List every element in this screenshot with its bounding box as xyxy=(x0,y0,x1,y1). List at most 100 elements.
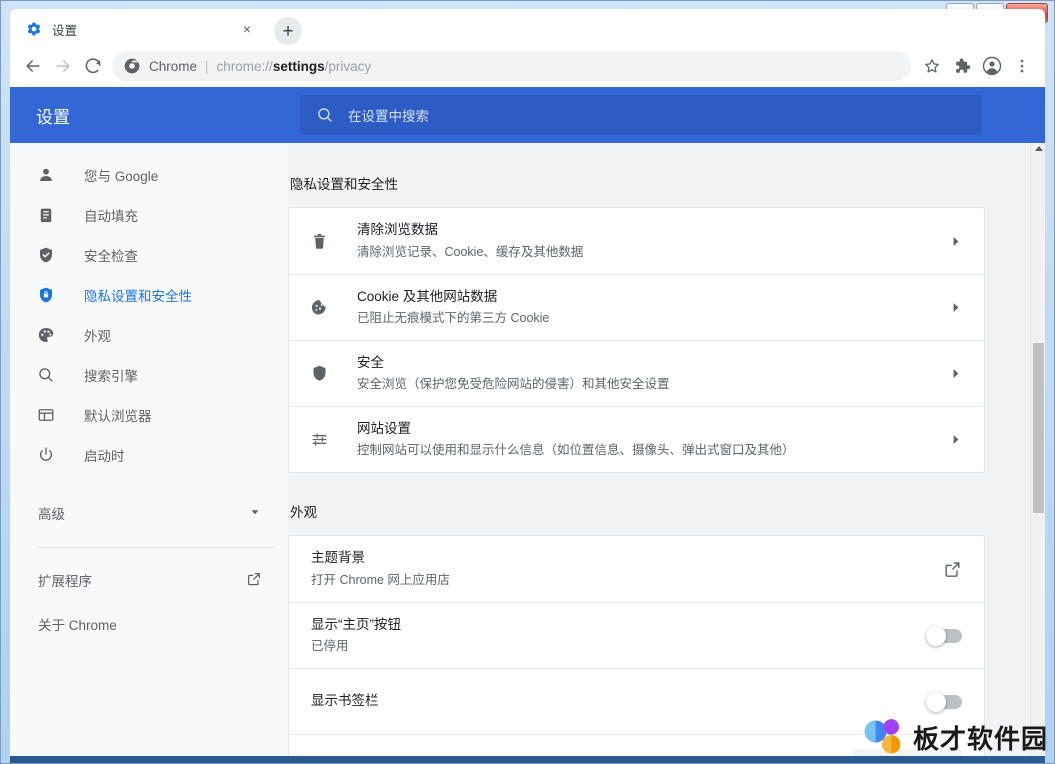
menu-icon xyxy=(1013,57,1031,75)
shield-icon xyxy=(309,364,329,383)
extensions-puzzle-icon xyxy=(953,57,971,75)
sidebar-item-default-browser[interactable]: 默认浏览器 xyxy=(10,395,288,435)
back-button[interactable] xyxy=(18,51,48,81)
row-title: 网站设置 xyxy=(357,419,937,439)
chevron-right-icon[interactable] xyxy=(949,301,962,314)
sidebar-item-on-startup[interactable]: 启动时 xyxy=(10,435,288,475)
cookie-icon xyxy=(309,298,329,317)
profile-button[interactable] xyxy=(977,51,1007,81)
row-text: Cookie 及其他网站数据 已阻止无痕模式下的第三方 Cookie xyxy=(357,287,937,328)
browser-window: 设置 × + xyxy=(10,9,1045,757)
url-suffix: /privacy xyxy=(325,59,372,74)
row-cookies[interactable]: Cookie 及其他网站数据 已阻止无痕模式下的第三方 Cookie xyxy=(289,274,984,340)
row-title: 主题背景 xyxy=(311,548,931,568)
toggle-knob xyxy=(926,692,946,712)
sidebar-item-about-chrome[interactable]: 关于 Chrome xyxy=(10,602,288,646)
bookmark-star-button[interactable] xyxy=(917,51,947,81)
settings-sidebar: 您与 Google 自动填充 安全检查 xyxy=(10,143,288,757)
settings-main: 隐私设置和安全性 清除浏览数据 清除浏览记录、Cookie、缓存及其他数据 xyxy=(288,143,1045,757)
sidebar-item-label: 搜索引擎 xyxy=(84,365,138,385)
chevron-right-icon[interactable] xyxy=(949,367,962,380)
row-title: 显示书签栏 xyxy=(311,691,916,711)
sidebar-advanced-toggle[interactable]: 高级 xyxy=(10,489,288,537)
settings-content: 隐私设置和安全性 清除浏览数据 清除浏览记录、Cookie、缓存及其他数据 xyxy=(288,143,1045,757)
sidebar-item-label: 扩展程序 xyxy=(38,570,246,590)
omnibox-separator: | xyxy=(205,59,209,74)
sidebar-item-label: 启动时 xyxy=(84,445,125,465)
sidebar-item-label: 您与 Google xyxy=(84,165,158,185)
row-title: Cookie 及其他网站数据 xyxy=(357,287,937,307)
toggle-show-bookmarks-bar[interactable] xyxy=(928,695,962,709)
row-security[interactable]: 安全 安全浏览（保护您免受危险网站的侵害）和其他安全设置 xyxy=(289,340,984,406)
row-text: 网站设置 控制网站可以使用和显示什么信息（如位置信息、摄像头、弹出式窗口及其他） xyxy=(357,419,937,460)
search-icon xyxy=(316,106,334,124)
forward-button[interactable] xyxy=(48,51,78,81)
row-subtitle: 安全浏览（保护您免受危险网站的侵害）和其他安全设置 xyxy=(357,374,937,394)
settings-header: 设置 在设置中搜索 xyxy=(10,87,1045,143)
external-link-icon[interactable] xyxy=(943,560,962,579)
address-bar[interactable]: Chrome | chrome://settings/privacy xyxy=(112,51,911,81)
sidebar-item-you-and-google[interactable]: 您与 Google xyxy=(10,155,288,195)
extensions-button[interactable] xyxy=(947,51,977,81)
row-text: 清除浏览数据 清除浏览记录、Cookie、缓存及其他数据 xyxy=(357,220,937,261)
tab-settings[interactable]: 设置 × xyxy=(16,13,266,45)
chrome-logo-icon xyxy=(124,58,140,74)
new-tab-button[interactable]: + xyxy=(274,17,302,45)
sliders-icon xyxy=(309,430,329,449)
forward-arrow-icon xyxy=(53,56,73,76)
tab-close-icon[interactable]: × xyxy=(238,20,256,38)
profile-icon xyxy=(982,56,1002,76)
row-title: 安全 xyxy=(357,353,937,373)
section-heading-privacy: 隐私设置和安全性 xyxy=(290,173,985,193)
row-clear-browsing-data[interactable]: 清除浏览数据 清除浏览记录、Cookie、缓存及其他数据 xyxy=(289,208,984,274)
sidebar-item-privacy-and-security[interactable]: 隐私设置和安全性 xyxy=(10,275,288,315)
sidebar-item-label: 关于 Chrome xyxy=(38,614,262,634)
row-theme[interactable]: 主题背景 打开 Chrome 网上应用店 xyxy=(289,536,984,602)
chevron-right-icon[interactable] xyxy=(949,235,962,248)
trash-icon xyxy=(309,232,329,251)
sidebar-item-safety-check[interactable]: 安全检查 xyxy=(10,235,288,275)
omnibox-url: chrome://settings/privacy xyxy=(217,59,372,74)
sidebar-item-label: 自动填充 xyxy=(84,205,138,225)
row-show-home-button[interactable]: 显示“主页”按钮 已停用 xyxy=(289,602,984,668)
row-title: 清除浏览数据 xyxy=(357,220,937,240)
bookmark-star-icon xyxy=(923,57,941,75)
row-title: 显示“主页”按钮 xyxy=(311,615,916,635)
chevron-right-icon[interactable] xyxy=(949,433,962,446)
gear-icon xyxy=(26,21,42,37)
reload-icon xyxy=(83,56,103,76)
row-text: 主题背景 打开 Chrome 网上应用店 xyxy=(311,548,931,589)
tab-strip: 设置 × + xyxy=(10,9,1045,45)
sidebar-item-extensions[interactable]: 扩展程序 xyxy=(10,558,288,602)
row-text: 显示书签栏 xyxy=(311,691,916,711)
scrollbar-thumb[interactable] xyxy=(1033,343,1044,513)
row-subtitle: 清除浏览记录、Cookie、缓存及其他数据 xyxy=(357,242,937,262)
row-site-settings[interactable]: 网站设置 控制网站可以使用和显示什么信息（如位置信息、摄像头、弹出式窗口及其他） xyxy=(289,406,984,472)
sidebar-item-appearance[interactable]: 外观 xyxy=(10,315,288,355)
reload-button[interactable] xyxy=(78,51,108,81)
sidebar-item-autofill[interactable]: 自动填充 xyxy=(10,195,288,235)
scroll-up-arrow-icon[interactable] xyxy=(1035,146,1043,151)
settings-body: 您与 Google 自动填充 安全检查 xyxy=(10,143,1045,757)
browser-menu-button[interactable] xyxy=(1007,51,1037,81)
row-subtitle: 已阻止无痕模式下的第三方 Cookie xyxy=(357,308,937,328)
page-title: 设置 xyxy=(36,103,286,128)
power-icon xyxy=(36,445,56,465)
shield-lock-icon xyxy=(36,285,56,305)
url-prefix: chrome:// xyxy=(217,59,273,74)
settings-search-box[interactable]: 在设置中搜索 xyxy=(300,95,982,135)
sidebar-item-search-engine[interactable]: 搜索引擎 xyxy=(10,355,288,395)
search-icon xyxy=(36,365,56,385)
bancai-logo-icon xyxy=(861,715,905,759)
browser-window-icon xyxy=(36,405,56,425)
row-subtitle: 已停用 xyxy=(311,636,916,656)
row-text: 显示“主页”按钮 已停用 xyxy=(311,615,916,656)
watermark: 板才软件园 xyxy=(861,715,1048,759)
sidebar-divider xyxy=(38,547,274,548)
palette-icon xyxy=(36,325,56,345)
toggle-show-home-button[interactable] xyxy=(928,629,962,643)
vertical-scrollbar[interactable] xyxy=(1030,143,1045,757)
row-text: 安全 安全浏览（保护您免受危险网站的侵害）和其他安全设置 xyxy=(357,353,937,394)
search-input-placeholder: 在设置中搜索 xyxy=(348,105,429,125)
sidebar-advanced-label: 高级 xyxy=(38,503,248,523)
